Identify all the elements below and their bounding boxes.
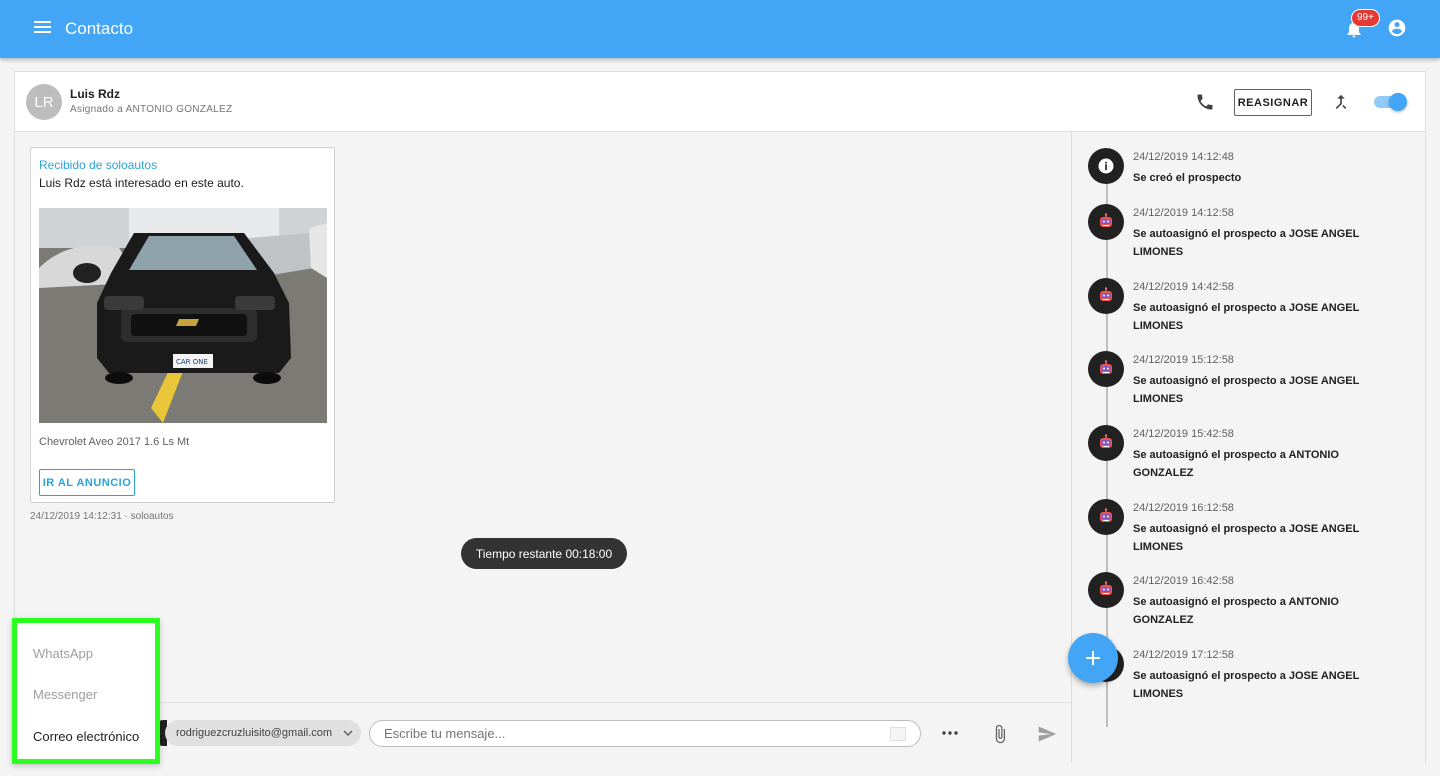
page-title: Contacto — [65, 19, 134, 38]
timeline-text: Se autoasignó el prospecto a JOSE ANGEL … — [1133, 302, 1360, 332]
timeline-date: 24/12/2019 17:12:58 — [1133, 649, 1234, 661]
plus-icon — [1086, 651, 1100, 665]
timeline-date: 24/12/2019 14:42:58 — [1133, 281, 1234, 293]
channel-option-email[interactable]: Correo electrónico — [33, 729, 139, 744]
timeline-date: 24/12/2019 15:42:58 — [1133, 428, 1234, 440]
message-source: Recibido de soloautos — [39, 158, 158, 172]
timeline-text: Se autoasignó el prospecto a ANTONIO GON… — [1133, 596, 1339, 626]
phone-icon[interactable] — [1195, 92, 1215, 112]
timeline-date: 24/12/2019 14:12:58 — [1133, 207, 1234, 219]
email-recipient: rodriguezcruzluisito@gmail.com — [176, 727, 333, 739]
conversation-card: LR Luis Rdz Asignado a ANTONIO GONZALEZ … — [14, 71, 1426, 763]
channel-option-messenger[interactable]: Messenger — [33, 687, 97, 702]
notification-badge: 99+ — [1351, 9, 1380, 27]
timeline-text: Se autoasignó el prospecto a JOSE ANGEL … — [1133, 228, 1360, 258]
menu-icon[interactable] — [33, 19, 53, 39]
robot-icon — [1088, 425, 1124, 461]
robot-icon — [1088, 351, 1124, 387]
plate-text: CAR ONE — [176, 358, 208, 366]
chat-panel: Recibido de soloautos Luis Rdz está inte… — [15, 132, 1072, 763]
add-button[interactable] — [1068, 633, 1118, 683]
reassign-button[interactable]: REASIGNAR — [1234, 89, 1312, 116]
assigned-to: Asignado a ANTONIO GONZALEZ — [70, 104, 233, 115]
robot-icon — [1088, 499, 1124, 535]
avatar: LR — [26, 84, 62, 120]
send-icon[interactable] — [1036, 724, 1058, 744]
email-recipient-select[interactable]: rodriguezcruzluisito@gmail.com — [165, 720, 361, 746]
timeline-text: Se autoasignó el prospecto a ANTONIO GON… — [1133, 449, 1339, 479]
active-toggle[interactable] — [1374, 93, 1407, 111]
message-meta: 24/12/2019 14:12:31 · soloautos — [30, 511, 174, 522]
attach-icon[interactable] — [990, 723, 1010, 745]
contact-name: Luis Rdz — [70, 87, 120, 101]
robot-icon — [1088, 278, 1124, 314]
timeline-text: Se autoasignó el prospecto a JOSE ANGEL … — [1133, 375, 1360, 405]
car-model: Chevrolet Aveo 2017 1.6 Ls Mt — [39, 436, 190, 448]
message-text: Luis Rdz está interesado en este auto. — [39, 176, 244, 190]
merge-icon[interactable] — [1331, 92, 1351, 112]
emoji-icon[interactable] — [890, 727, 906, 741]
message-composer: rodriguezcruzluisito@gmail.com — [15, 702, 1071, 763]
timeline-text: Se autoasignó el prospecto a JOSE ANGEL … — [1133, 523, 1360, 553]
remaining-time-badge: Tiempo restante 00:18:00 — [461, 538, 627, 569]
account-icon[interactable] — [1387, 18, 1407, 38]
channel-menu: WhatsApp Messenger Correo electrónico — [12, 618, 160, 764]
view-ad-button[interactable]: IR AL ANUNCIO — [39, 469, 135, 496]
robot-icon — [1088, 572, 1124, 608]
car-photo: CAR ONE — [39, 208, 327, 423]
timeline-date: 24/12/2019 14:12:48 — [1133, 151, 1234, 163]
message-input[interactable] — [369, 720, 921, 747]
app-bar: Contacto 99+ — [0, 0, 1440, 58]
info-icon — [1088, 148, 1124, 184]
timeline-date: 24/12/2019 16:42:58 — [1133, 575, 1234, 587]
timeline-text: Se creó el prospecto — [1133, 172, 1242, 184]
chevron-down-icon — [343, 730, 353, 737]
timeline-date: 24/12/2019 16:12:58 — [1133, 502, 1234, 514]
timeline-date: 24/12/2019 15:12:58 — [1133, 354, 1234, 366]
channel-option-whatsapp[interactable]: WhatsApp — [33, 646, 93, 661]
robot-icon — [1088, 204, 1124, 240]
timeline-text: Se autoasignó el prospecto a JOSE ANGEL … — [1133, 670, 1360, 700]
lead-message-card: Recibido de soloautos Luis Rdz está inte… — [30, 147, 335, 503]
activity-timeline: 24/12/2019 14:12:48 Se creó el prospecto 2… — [1072, 132, 1425, 763]
more-options-icon[interactable] — [940, 725, 960, 741]
contact-header: LR Luis Rdz Asignado a ANTONIO GONZALEZ … — [15, 72, 1425, 132]
